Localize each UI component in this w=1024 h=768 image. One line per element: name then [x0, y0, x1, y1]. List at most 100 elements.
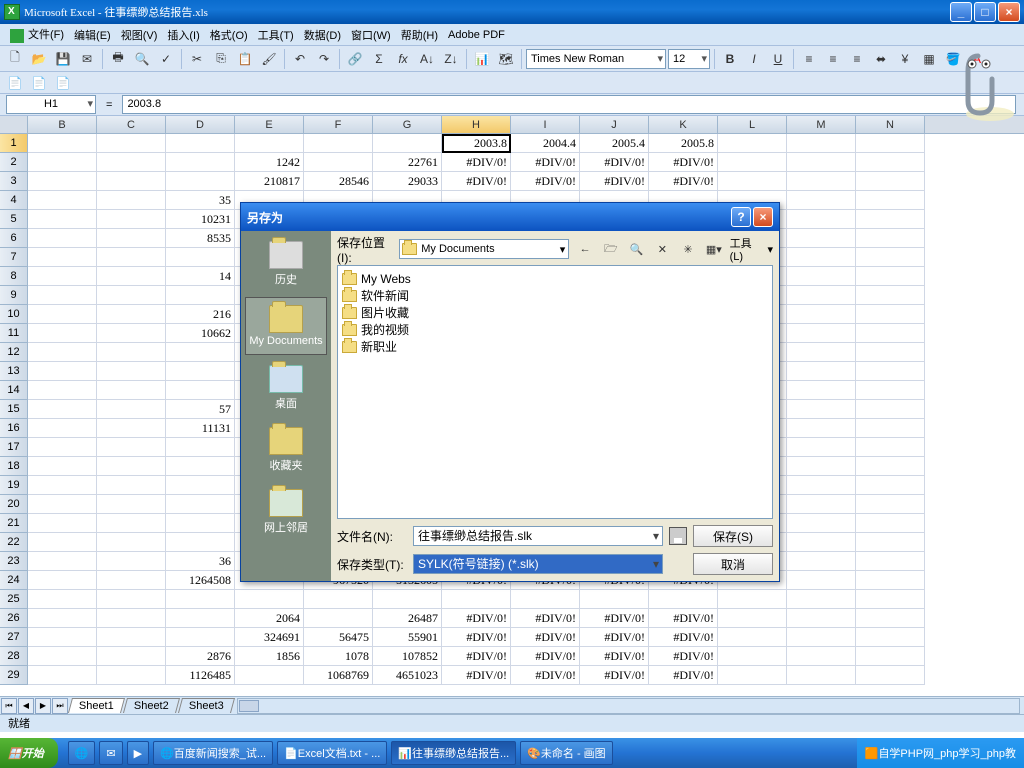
cell[interactable] — [235, 590, 304, 609]
cell[interactable] — [166, 172, 235, 191]
row-header[interactable]: 24 — [0, 571, 28, 590]
cell[interactable] — [166, 134, 235, 153]
cell[interactable] — [97, 191, 166, 210]
cell[interactable]: 29033 — [373, 172, 442, 191]
cell[interactable] — [28, 590, 97, 609]
cell[interactable] — [856, 248, 925, 267]
cell[interactable] — [97, 305, 166, 324]
cell[interactable] — [166, 514, 235, 533]
cell[interactable] — [787, 552, 856, 571]
cell[interactable]: 14 — [166, 267, 235, 286]
cell[interactable] — [856, 514, 925, 533]
cell[interactable]: #DIV/0! — [511, 172, 580, 191]
cell[interactable]: #DIV/0! — [580, 172, 649, 191]
cell[interactable] — [718, 609, 787, 628]
row-header[interactable]: 29 — [0, 666, 28, 685]
cell[interactable] — [28, 495, 97, 514]
cell[interactable] — [28, 628, 97, 647]
cell[interactable] — [787, 457, 856, 476]
quick-launch[interactable]: 🌐 — [68, 741, 96, 765]
cell[interactable] — [28, 172, 97, 191]
cell[interactable]: 1264508 — [166, 571, 235, 590]
cell[interactable] — [787, 172, 856, 191]
folder-item[interactable]: 软件新闻 — [342, 287, 768, 304]
cut-icon[interactable]: ✂ — [186, 48, 208, 70]
cell[interactable] — [97, 419, 166, 438]
cell[interactable] — [28, 229, 97, 248]
pdf-icon2[interactable]: 📄 — [28, 72, 50, 94]
row-header[interactable]: 18 — [0, 457, 28, 476]
cell[interactable]: 35 — [166, 191, 235, 210]
place-history[interactable]: 历史 — [245, 235, 327, 293]
spell-icon[interactable]: ✓ — [155, 48, 177, 70]
cell[interactable] — [97, 324, 166, 343]
cell[interactable] — [166, 495, 235, 514]
cell[interactable] — [166, 153, 235, 172]
cell[interactable] — [97, 343, 166, 362]
currency-icon[interactable]: ¥ — [894, 48, 916, 70]
cell[interactable]: 26487 — [373, 609, 442, 628]
cell[interactable]: 324691 — [235, 628, 304, 647]
cell[interactable]: #DIV/0! — [649, 172, 718, 191]
cell[interactable]: #DIV/0! — [580, 647, 649, 666]
menu-file[interactable]: 文件(F) — [6, 24, 68, 44]
cell[interactable] — [28, 153, 97, 172]
cell[interactable] — [787, 324, 856, 343]
row-header[interactable]: 11 — [0, 324, 28, 343]
cell[interactable] — [787, 286, 856, 305]
italic-icon[interactable]: I — [743, 48, 765, 70]
cell[interactable] — [166, 628, 235, 647]
place-network[interactable]: 网上邻居 — [245, 483, 327, 541]
cell[interactable] — [787, 362, 856, 381]
tools-menu[interactable]: 工具(L) — [730, 235, 762, 263]
cell[interactable] — [28, 476, 97, 495]
cell[interactable] — [97, 609, 166, 628]
delete-icon[interactable]: ✕ — [652, 238, 672, 260]
cell[interactable]: #DIV/0! — [511, 666, 580, 685]
cell[interactable] — [97, 381, 166, 400]
row-header[interactable]: 17 — [0, 438, 28, 457]
cell[interactable]: #DIV/0! — [580, 628, 649, 647]
cell[interactable]: 2876 — [166, 647, 235, 666]
newfolder-icon[interactable]: ✳ — [678, 238, 698, 260]
row-header[interactable]: 23 — [0, 552, 28, 571]
cell[interactable] — [718, 153, 787, 172]
map-icon[interactable]: 🗺 — [495, 48, 517, 70]
cell[interactable] — [97, 153, 166, 172]
save-button[interactable]: 保存(S) — [693, 525, 773, 547]
cell[interactable] — [28, 552, 97, 571]
cell[interactable] — [856, 476, 925, 495]
cell[interactable]: #DIV/0! — [511, 628, 580, 647]
horizontal-scrollbar[interactable] — [237, 698, 1020, 714]
cell[interactable] — [97, 248, 166, 267]
fx-icon[interactable]: fx — [392, 48, 414, 70]
paste-icon[interactable]: 📋 — [234, 48, 256, 70]
row-header[interactable]: 19 — [0, 476, 28, 495]
cell[interactable]: 55901 — [373, 628, 442, 647]
col-header-I[interactable]: I — [511, 116, 580, 133]
cell[interactable] — [97, 362, 166, 381]
cell[interactable] — [856, 571, 925, 590]
quick-launch[interactable]: ✉ — [99, 741, 122, 765]
cell[interactable] — [28, 210, 97, 229]
cell[interactable] — [97, 172, 166, 191]
col-header-D[interactable]: D — [166, 116, 235, 133]
cell[interactable] — [787, 400, 856, 419]
cell[interactable]: 1068769 — [304, 666, 373, 685]
cell[interactable] — [856, 343, 925, 362]
menu-edit[interactable]: 编辑(E) — [70, 25, 115, 45]
cell[interactable] — [28, 571, 97, 590]
cell[interactable]: #DIV/0! — [442, 628, 511, 647]
cell[interactable] — [787, 647, 856, 666]
cell[interactable] — [718, 647, 787, 666]
folder-item[interactable]: 新职业 — [342, 338, 768, 355]
cell[interactable]: #DIV/0! — [649, 628, 718, 647]
row-header[interactable]: 4 — [0, 191, 28, 210]
cell[interactable] — [28, 419, 97, 438]
cell[interactable]: 10231 — [166, 210, 235, 229]
redo-icon[interactable]: ↷ — [313, 48, 335, 70]
filetype-select[interactable]: SYLK(符号链接) (*.slk) — [413, 554, 663, 574]
cancel-button[interactable]: 取消 — [693, 553, 773, 575]
cell[interactable] — [649, 590, 718, 609]
cell[interactable] — [787, 267, 856, 286]
